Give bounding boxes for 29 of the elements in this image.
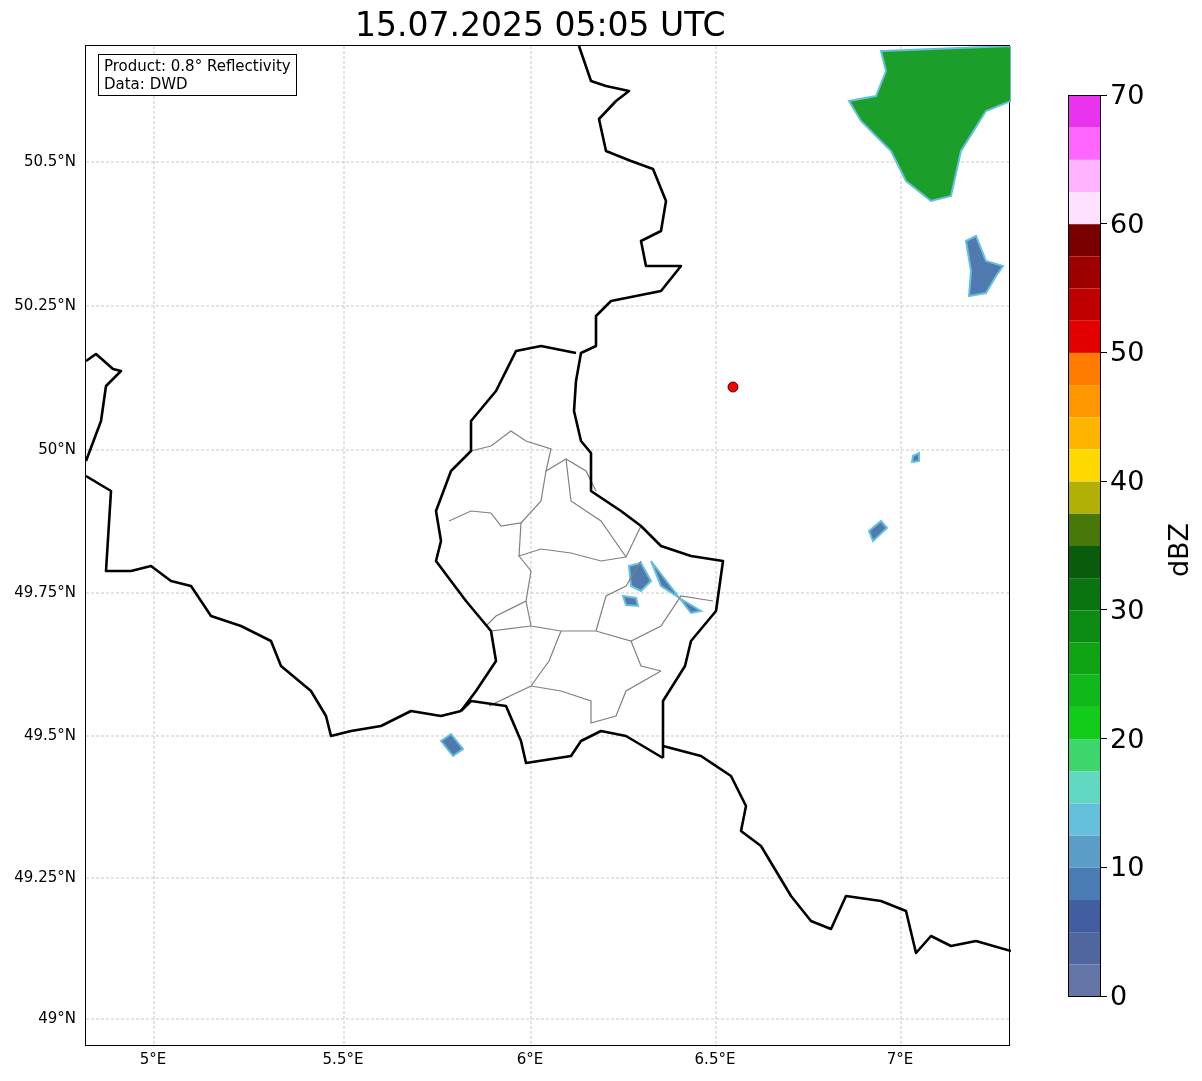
radar-echo <box>964 234 1005 298</box>
longitude-label: 5.5°E <box>321 1050 365 1068</box>
longitude-label: 5°E <box>138 1050 168 1068</box>
radar-echo <box>439 732 465 758</box>
info-text: Product: 0.8° Reflectivity <box>104 57 291 75</box>
colorbar-tick-label: 0 <box>1110 981 1128 1011</box>
longitude-label: 6°E <box>515 1050 545 1068</box>
location-marker <box>727 381 739 393</box>
latitude-label: 50.5°N <box>23 152 76 170</box>
colorbar-tick-label: 50 <box>1110 337 1145 368</box>
latitude-label: 49°N <box>38 1009 76 1027</box>
latitude-label: 50°N <box>38 440 76 458</box>
longitude-label: 7°E <box>885 1050 915 1068</box>
latitude-label: 49.25°N <box>14 868 76 886</box>
info-text: Data: DWD <box>104 75 189 93</box>
latitude-label: 49.5°N <box>23 726 76 744</box>
radar-echo <box>867 519 889 543</box>
longitude-label: 6.5°E <box>693 1050 737 1068</box>
latitude-label: 49.75°N <box>14 583 76 601</box>
plot-title: 15.07.2025 05:05 UTC <box>355 4 726 46</box>
colorbar-tick-label: 60 <box>1110 208 1145 239</box>
colorbar-tick-label: 70 <box>1110 80 1145 110</box>
latitude-label: 50.25°N <box>14 296 76 314</box>
colorbar-tick-label: 40 <box>1110 466 1145 497</box>
colorbar-label: dBZ <box>1164 521 1194 580</box>
radar-echo <box>910 451 920 464</box>
colorbar-tick-label: 20 <box>1110 723 1145 754</box>
colorbar-tick-label: 10 <box>1110 852 1145 883</box>
colorbar-tick-label: 30 <box>1110 594 1145 625</box>
